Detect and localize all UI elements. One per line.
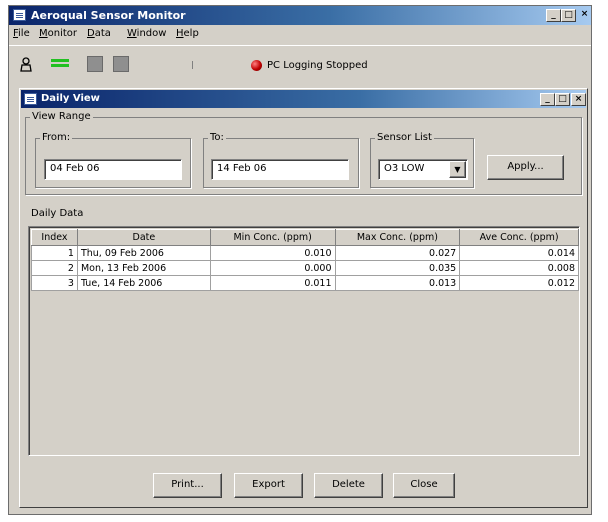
cell-index[interactable]: 1 bbox=[31, 245, 78, 261]
daily-data-label: Daily Data bbox=[31, 208, 84, 219]
cell-max-conc[interactable]: 0.013 bbox=[334, 275, 461, 291]
toolbar: PC Logging Stopped bbox=[9, 45, 591, 84]
child-minimize-icon[interactable]: _ bbox=[540, 93, 555, 106]
from-date-field[interactable]: 04 Feb 06 bbox=[44, 159, 182, 180]
daily-data-grid: Index Date Min Conc. (ppm) Max Conc. (pp… bbox=[28, 226, 580, 456]
cell-max-conc[interactable]: 0.035 bbox=[334, 260, 461, 276]
cell-ave-conc[interactable]: 0.008 bbox=[459, 260, 579, 276]
view-range-label: View Range bbox=[30, 111, 93, 122]
sensor-dropdown-arrow-icon[interactable]: ▼ bbox=[449, 161, 466, 178]
app-icon bbox=[13, 9, 26, 21]
cell-ave-conc[interactable]: 0.012 bbox=[459, 275, 579, 291]
logging-status-text: PC Logging Stopped bbox=[267, 60, 368, 71]
menu-help[interactable]: Help bbox=[176, 28, 199, 39]
close-button[interactable]: Close bbox=[393, 473, 455, 498]
to-label: To: bbox=[208, 132, 226, 143]
delete-button[interactable]: Delete bbox=[314, 473, 383, 498]
menu-bar: File Monitor Data Window Help bbox=[9, 25, 591, 43]
daily-view-icon bbox=[24, 93, 37, 105]
table-row[interactable]: 2 Mon, 13 Feb 2006 0.000 0.035 0.008 bbox=[31, 260, 579, 276]
table-row[interactable]: 1 Thu, 09 Feb 2006 0.010 0.027 0.014 bbox=[31, 245, 579, 261]
logging-status-icon bbox=[251, 60, 262, 71]
to-date-field[interactable]: 14 Feb 06 bbox=[211, 159, 349, 180]
menu-monitor[interactable]: Monitor bbox=[39, 28, 77, 39]
col-header-ave-conc[interactable]: Ave Conc. (ppm) bbox=[459, 229, 579, 246]
apply-button[interactable]: Apply... bbox=[487, 155, 564, 180]
from-label: From: bbox=[40, 132, 73, 143]
main-title-bar[interactable]: Aeroqual Sensor Monitor _ □ × bbox=[9, 6, 591, 25]
child-close-icon[interactable]: × bbox=[571, 93, 586, 106]
stop-logging-icon[interactable] bbox=[87, 56, 103, 72]
menu-data[interactable]: Data bbox=[87, 28, 111, 39]
toolbar-separator bbox=[192, 61, 193, 69]
daily-view-title-bar[interactable]: Daily View _ □ × bbox=[21, 90, 586, 108]
cell-date[interactable]: Mon, 13 Feb 2006 bbox=[76, 260, 211, 276]
child-maximize-icon[interactable]: □ bbox=[555, 93, 570, 106]
sensor-select-value: O3 LOW bbox=[384, 163, 425, 174]
cell-date[interactable]: Tue, 14 Feb 2006 bbox=[76, 275, 211, 291]
maximize-icon[interactable]: □ bbox=[561, 9, 576, 22]
col-header-max-conc[interactable]: Max Conc. (ppm) bbox=[334, 229, 461, 246]
col-header-index[interactable]: Index bbox=[31, 229, 78, 246]
cell-min-conc[interactable]: 0.000 bbox=[209, 260, 336, 276]
cell-min-conc[interactable]: 0.010 bbox=[209, 245, 336, 261]
sensor-list-label: Sensor List bbox=[375, 132, 434, 143]
cell-date[interactable]: Thu, 09 Feb 2006 bbox=[76, 245, 211, 261]
menu-window[interactable]: Window bbox=[127, 28, 166, 39]
minimize-icon[interactable]: _ bbox=[546, 9, 561, 22]
daily-data-table: Index Date Min Conc. (ppm) Max Conc. (pp… bbox=[31, 229, 579, 291]
export-button[interactable]: Export bbox=[234, 473, 303, 498]
pause-icon[interactable] bbox=[113, 56, 129, 72]
cell-index[interactable]: 3 bbox=[31, 275, 78, 291]
cell-index[interactable]: 2 bbox=[31, 260, 78, 276]
cell-max-conc[interactable]: 0.027 bbox=[334, 245, 461, 261]
start-logging-icon[interactable] bbox=[49, 56, 73, 72]
table-row[interactable]: 3 Tue, 14 Feb 2006 0.011 0.013 0.012 bbox=[31, 275, 579, 291]
cell-ave-conc[interactable]: 0.014 bbox=[459, 245, 579, 261]
print-button[interactable]: Print... bbox=[153, 473, 222, 498]
col-header-min-conc[interactable]: Min Conc. (ppm) bbox=[209, 229, 336, 246]
cell-min-conc[interactable]: 0.011 bbox=[209, 275, 336, 291]
col-header-date[interactable]: Date bbox=[76, 229, 211, 246]
connect-icon[interactable] bbox=[18, 56, 34, 72]
close-window-icon[interactable]: × bbox=[577, 9, 592, 22]
daily-view-title: Daily View bbox=[41, 93, 100, 104]
app-title: Aeroqual Sensor Monitor bbox=[31, 9, 186, 22]
menu-file[interactable]: File bbox=[13, 28, 30, 39]
